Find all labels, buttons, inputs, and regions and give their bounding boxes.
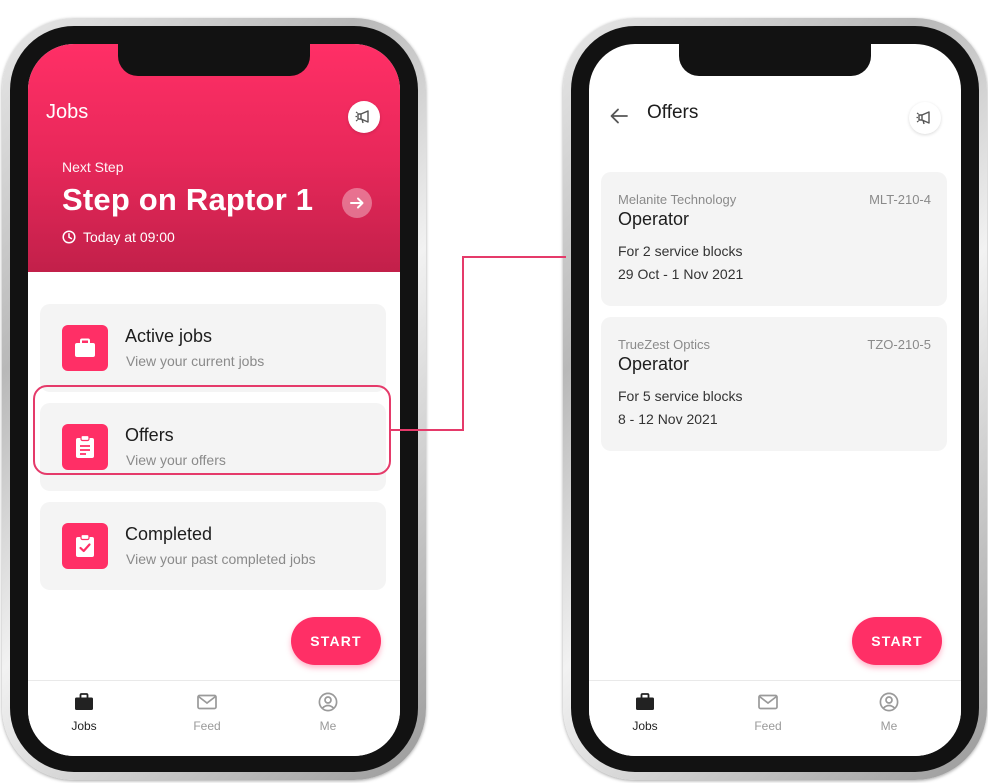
user-circle-icon <box>879 691 899 713</box>
menu-item-title: Completed <box>125 524 213 544</box>
next-step-header: Jobs Next Step Step on Raptor 1 Today at… <box>28 44 400 272</box>
offer-code: MLT-210-4 <box>869 192 931 207</box>
offer-dates: 29 Oct - 1 Nov 2021 <box>618 266 744 282</box>
nav-label: Jobs <box>71 719 97 733</box>
arrow-left-icon <box>610 108 628 124</box>
offer-dates: 8 - 12 Nov 2021 <box>618 411 718 427</box>
offer-blocks: For 2 service blocks <box>618 243 743 259</box>
menu-item-active-jobs[interactable]: Active jobs View your current jobs <box>40 304 386 392</box>
menu-item-subtitle: View your past completed jobs <box>126 551 316 567</box>
next-step-label: Next Step <box>62 159 124 175</box>
nav-item-me[interactable]: Me <box>288 691 368 733</box>
briefcase-icon <box>62 325 108 371</box>
page-title: Offers <box>647 102 699 123</box>
nav-item-jobs[interactable]: Jobs <box>44 691 124 733</box>
offer-company: Melanite Technology <box>618 192 737 207</box>
briefcase-icon <box>74 691 94 713</box>
offers-topbar: Offers <box>589 98 961 138</box>
nav-item-jobs[interactable]: Jobs <box>605 691 685 733</box>
start-button[interactable]: START <box>852 617 942 665</box>
nav-label: Feed <box>193 719 221 733</box>
announcements-button[interactable] <box>909 102 941 134</box>
nav-label: Jobs <box>632 719 658 733</box>
next-step-time: Today at 09:00 <box>62 229 175 245</box>
menu-item-title: Active jobs <box>125 326 213 346</box>
menu-item-completed[interactable]: Completed View your past completed jobs <box>40 502 386 590</box>
offers-highlight-outline <box>33 385 391 475</box>
nav-item-feed[interactable]: Feed <box>728 691 808 733</box>
offer-card[interactable]: TrueZest Optics TZO-210-5 Operator For 5… <box>601 317 947 451</box>
next-step-title: Step on Raptor 1 <box>62 182 314 217</box>
bottom-nav: Jobs Feed Me <box>589 680 961 756</box>
offer-role: Operator <box>618 354 690 374</box>
nav-label: Feed <box>754 719 782 733</box>
page-title: Jobs <box>46 101 89 123</box>
phone-right: Offers Melanite Technology MLT-210-4 Ope… <box>563 18 987 780</box>
megaphone-icon <box>916 111 930 125</box>
nav-item-feed[interactable]: Feed <box>167 691 247 733</box>
offer-role: Operator <box>618 209 690 229</box>
clipboard-check-icon <box>62 523 108 569</box>
megaphone-icon <box>355 110 369 124</box>
phone-notch <box>679 44 871 76</box>
briefcase-icon <box>635 691 655 713</box>
start-button[interactable]: START <box>291 617 381 665</box>
back-button[interactable] <box>607 104 631 128</box>
arrow-right-icon <box>350 197 364 209</box>
nav-label: Me <box>880 719 898 733</box>
next-step-time-text: Today at 09:00 <box>83 229 175 245</box>
nav-item-me[interactable]: Me <box>849 691 929 733</box>
user-circle-icon <box>318 691 338 713</box>
offers-screen: Offers Melanite Technology MLT-210-4 Ope… <box>589 44 961 756</box>
offer-company: TrueZest Optics <box>618 337 710 352</box>
nav-label: Me <box>319 719 337 733</box>
phone-notch <box>118 44 310 76</box>
mail-icon <box>758 691 778 713</box>
mail-icon <box>197 691 217 713</box>
menu-item-subtitle: View your current jobs <box>126 353 265 369</box>
offer-blocks: For 5 service blocks <box>618 388 743 404</box>
bottom-nav: Jobs Feed Me <box>28 680 400 756</box>
offer-code: TZO-210-5 <box>867 337 931 352</box>
clock-icon <box>62 230 76 244</box>
offer-card[interactable]: Melanite Technology MLT-210-4 Operator F… <box>601 172 947 306</box>
next-step-go-button[interactable] <box>342 188 372 218</box>
announcements-button[interactable] <box>348 101 380 133</box>
